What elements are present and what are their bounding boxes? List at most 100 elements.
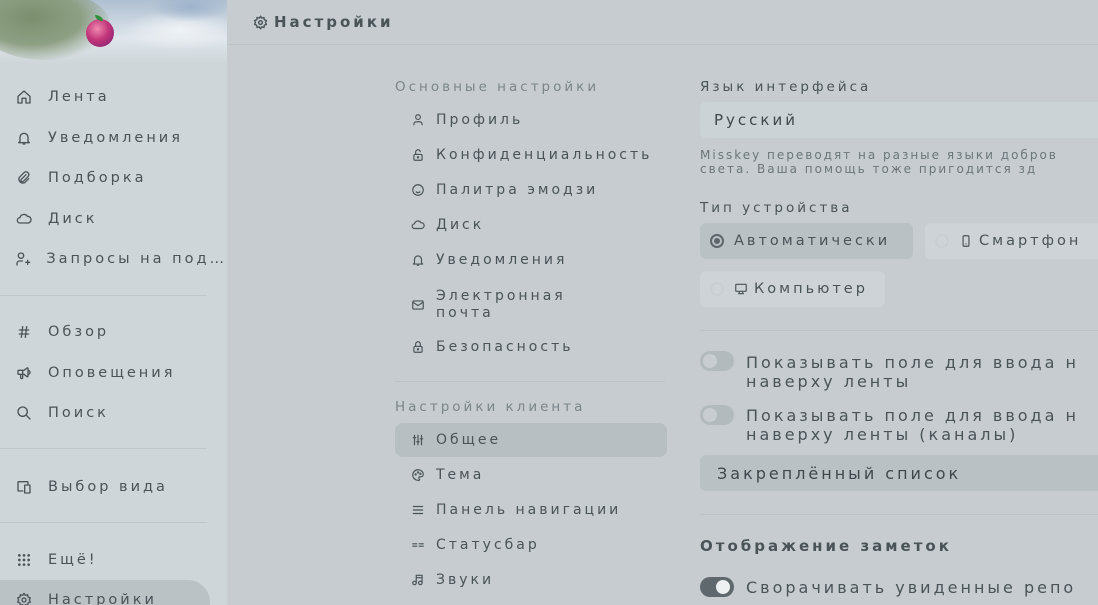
- menu-item-drive[interactable]: Диск: [395, 208, 667, 242]
- divider: [700, 330, 1098, 331]
- sidebar-item-notifications[interactable]: Уведомления: [0, 120, 227, 156]
- section-title-basic: Основные настройки: [395, 79, 600, 95]
- menu-item-label: Электронная почта: [436, 288, 566, 321]
- menu-item-notifications[interactable]: Уведомления: [395, 243, 667, 277]
- page-title: Настройки: [274, 13, 394, 31]
- menu-item-profile[interactable]: Профиль: [395, 103, 667, 137]
- sidebar-item-label: Оповещения: [48, 365, 176, 381]
- menu-item-navbar[interactable]: Панель навигации: [395, 493, 667, 527]
- menu-item-label: Конфиденциальность: [436, 146, 653, 163]
- menu-item-label: Тема: [436, 466, 485, 483]
- smartphone-icon: [959, 234, 973, 248]
- sidebar-item-ui-switch[interactable]: Выбор вида: [0, 469, 227, 505]
- sidebar-divider: [0, 448, 207, 449]
- sidebar-item-settings[interactable]: Настройки: [0, 582, 227, 605]
- menu-item-sounds[interactable]: Звуки: [395, 563, 667, 597]
- pinned-list-button-label: Закреплённый список: [717, 463, 962, 483]
- desktop-icon: [734, 282, 748, 296]
- gear-icon: [15, 591, 33, 605]
- divider: [700, 514, 1098, 515]
- bell-icon: [15, 129, 33, 147]
- language-label: Язык интерфейса: [700, 79, 872, 95]
- menu-item-label: Панель навигации: [436, 501, 622, 518]
- radio-device-auto[interactable]: Автоматически: [700, 223, 913, 259]
- adjustments-icon: [410, 433, 426, 447]
- sidebar-item-label: Подборка: [48, 170, 147, 186]
- cloud-icon: [410, 218, 426, 232]
- pinned-list-button[interactable]: Закреплённый список: [700, 455, 1098, 491]
- user-plus-icon: [15, 250, 31, 268]
- search-icon: [15, 404, 33, 422]
- sidebar-item-search[interactable]: Поиск: [0, 395, 227, 431]
- menu-divider: [395, 381, 665, 382]
- sidebar-item-follow-requests[interactable]: Запросы на под…: [0, 241, 227, 277]
- sidebar-item-label: Ещё!: [48, 552, 98, 568]
- music-icon: [410, 573, 426, 587]
- sidebar-item-explore[interactable]: Обзор: [0, 314, 227, 350]
- toggle-collapse-seen-renotes[interactable]: [700, 577, 734, 597]
- radio-device-desktop[interactable]: Компьютер: [700, 271, 885, 307]
- menu-item-email[interactable]: Электронная почта: [395, 285, 667, 325]
- user-icon: [410, 113, 426, 127]
- avatar[interactable]: [86, 15, 114, 47]
- sidebar: Лента Уведомления Подборка Диск Запросы …: [0, 0, 227, 605]
- menu-item-emoji-palette[interactable]: Палитра эмодзи: [395, 173, 667, 207]
- sidebar-item-label: Поиск: [48, 405, 109, 421]
- sidebar-item-label: Выбор вида: [48, 479, 168, 495]
- language-caption: Misskey переводят на разные языки добров…: [700, 148, 1058, 176]
- notes-display-heading: Отображение заметок: [700, 537, 952, 555]
- toggle-post-form-top-label: Показывать поле для ввода н наверху ленты: [746, 353, 1079, 391]
- radio-indicator: [710, 234, 724, 248]
- device-type-label: Тип устройства: [700, 200, 853, 216]
- palette-icon: [410, 468, 426, 482]
- menu-item-statusbar[interactable]: Статусбар: [395, 528, 667, 562]
- sidebar-item-timeline[interactable]: Лента: [0, 79, 227, 115]
- toggle-post-form-top-channels-label: Показывать поле для ввода н наверху ленты…: [746, 406, 1079, 444]
- menu-item-theme[interactable]: Тема: [395, 458, 667, 492]
- sidebar-item-announcements[interactable]: Оповещения: [0, 355, 227, 391]
- lock-icon: [410, 340, 426, 354]
- cloud-icon: [15, 210, 33, 228]
- radio-indicator: [710, 282, 724, 296]
- sidebar-item-drive[interactable]: Диск: [0, 201, 227, 237]
- status-bar-icon: [410, 538, 426, 552]
- menu-item-label: Безопасность: [436, 338, 574, 355]
- menu-item-label: Общее: [436, 431, 502, 448]
- language-select-value: Русский: [714, 111, 798, 129]
- devices-icon: [15, 478, 33, 496]
- sidebar-divider: [0, 522, 207, 523]
- menu-item-privacy[interactable]: Конфиденциальность: [395, 138, 667, 172]
- sidebar-item-label: Запросы на под…: [46, 251, 227, 267]
- mail-icon: [410, 298, 426, 312]
- gear-icon: [253, 15, 268, 30]
- sidebar-item-label: Уведомления: [48, 130, 183, 146]
- lock-open-icon: [410, 148, 426, 162]
- megaphone-icon: [15, 364, 33, 382]
- radio-device-smartphone[interactable]: Смартфон: [925, 223, 1098, 259]
- hash-icon: [15, 323, 33, 341]
- menu-item-label: Уведомления: [436, 251, 568, 268]
- menu-item-label: Палитра эмодзи: [436, 181, 599, 198]
- radio-label: Смартфон: [979, 233, 1082, 249]
- toggle-post-form-top[interactable]: [700, 351, 734, 371]
- sidebar-divider: [0, 295, 207, 296]
- page-header: Настройки: [227, 0, 1098, 45]
- menu-icon: [410, 503, 426, 517]
- sidebar-item-more[interactable]: Ещё!: [0, 542, 227, 578]
- toggle-collapse-seen-renotes-label: Сворачивать увиденные репо: [746, 578, 1077, 597]
- menu-item-label: Статусбар: [436, 536, 540, 553]
- paperclip-icon: [15, 169, 33, 187]
- menu-item-label: Звуки: [436, 571, 495, 588]
- sidebar-item-clips[interactable]: Подборка: [0, 160, 227, 196]
- home-icon: [15, 88, 33, 106]
- language-select[interactable]: Русский: [700, 102, 1098, 138]
- sidebar-item-label: Настройки: [48, 592, 157, 605]
- menu-item-label: Профиль: [436, 111, 524, 128]
- grid-dots-icon: [15, 551, 33, 569]
- sidebar-item-label: Диск: [48, 211, 98, 227]
- toggle-post-form-top-channels[interactable]: [700, 405, 734, 425]
- menu-item-security[interactable]: Безопасность: [395, 330, 667, 364]
- bell-icon: [410, 253, 426, 267]
- menu-item-general[interactable]: Общее: [395, 423, 667, 457]
- sidebar-banner: [0, 0, 227, 64]
